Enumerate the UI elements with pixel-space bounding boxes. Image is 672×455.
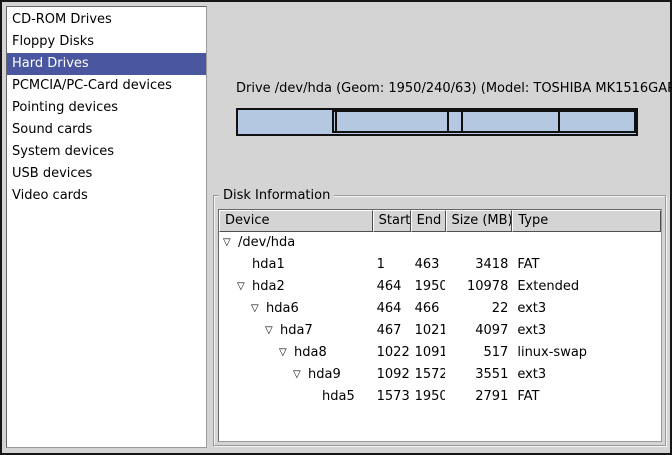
- device-name: hda5: [322, 386, 355, 408]
- sidebar-item-pointing-devices[interactable]: Pointing devices: [7, 97, 206, 119]
- size-cell: [445, 232, 512, 254]
- end-cell: 1950: [411, 386, 446, 408]
- sidebar-item-hard-drives[interactable]: Hard Drives: [7, 53, 206, 75]
- size-cell: 3418: [445, 254, 512, 276]
- expander-icon[interactable]: ▽: [237, 276, 252, 298]
- end-cell: 466: [411, 298, 446, 320]
- bar-segment-divider-hda8: [461, 112, 463, 131]
- column-header-size[interactable]: Size (MB): [446, 210, 513, 232]
- start-cell: 1022: [373, 342, 411, 364]
- bar-segment-hda1: [238, 110, 332, 134]
- expander-spacer: [237, 254, 252, 276]
- disk-information-table: Device Start End Size (MB) Type ▽/dev/hd…: [218, 209, 662, 442]
- start-cell: 1: [373, 254, 411, 276]
- table-row-hda6[interactable]: ▽hda6 464 466 22 ext3: [219, 298, 661, 320]
- size-cell: 2791: [445, 386, 512, 408]
- end-cell: 1572: [411, 364, 446, 386]
- device-category-list: CD-ROM Drives Floppy Disks Hard Drives P…: [6, 6, 207, 448]
- table-row-dev-hda[interactable]: ▽/dev/hda: [219, 232, 661, 254]
- sidebar-item-cdrom-drives[interactable]: CD-ROM Drives: [7, 9, 206, 31]
- disk-information-label: Disk Information: [219, 188, 334, 203]
- size-cell: 3551: [445, 364, 512, 386]
- device-name: hda9: [308, 364, 341, 386]
- start-cell: 467: [373, 320, 411, 342]
- expander-spacer: [307, 386, 322, 408]
- size-cell: 517: [445, 342, 512, 364]
- table-row-hda7[interactable]: ▽hda7 467 1021 4097 ext3: [219, 320, 661, 342]
- type-cell: ext3: [512, 298, 661, 320]
- table-row-hda1[interactable]: hda1 1 463 3418 FAT: [219, 254, 661, 276]
- device-name: hda6: [266, 298, 299, 320]
- end-cell: 1021: [411, 320, 446, 342]
- end-cell: 1091: [411, 342, 446, 364]
- type-cell: FAT: [512, 254, 661, 276]
- drive-title: Drive /dev/hda (Geom: 1950/240/63) (Mode…: [236, 81, 638, 96]
- table-row-hda9[interactable]: ▽hda9 1092 1572 3551 ext3: [219, 364, 661, 386]
- column-header-type[interactable]: Type: [512, 210, 661, 232]
- sidebar-item-system-devices[interactable]: System devices: [7, 141, 206, 163]
- sidebar-item-usb-devices[interactable]: USB devices: [7, 163, 206, 185]
- end-cell: 1950: [411, 276, 446, 298]
- expander-icon[interactable]: ▽: [293, 364, 308, 386]
- expander-icon[interactable]: ▽: [265, 320, 280, 342]
- sidebar-item-pcmcia-devices[interactable]: PCMCIA/PC-Card devices: [7, 75, 206, 97]
- expander-icon[interactable]: ▽: [223, 232, 238, 254]
- column-header-device[interactable]: Device: [219, 210, 373, 232]
- type-cell: linux-swap: [512, 342, 661, 364]
- expander-icon[interactable]: ▽: [279, 342, 294, 364]
- start-cell: 464: [373, 276, 411, 298]
- start-cell: [373, 232, 411, 254]
- size-cell: 22: [445, 298, 512, 320]
- table-row-hda8[interactable]: ▽hda8 1022 1091 517 linux-swap: [219, 342, 661, 364]
- table-header-row: Device Start End Size (MB) Type: [219, 210, 661, 232]
- type-cell: ext3: [512, 320, 661, 342]
- size-cell: 4097: [445, 320, 512, 342]
- sidebar-item-video-cards[interactable]: Video cards: [7, 185, 206, 207]
- sidebar-item-sound-cards[interactable]: Sound cards: [7, 119, 206, 141]
- type-cell: FAT: [512, 386, 661, 408]
- end-cell: [411, 232, 446, 254]
- table-row-hda5[interactable]: hda5 1573 1950 2791 FAT: [219, 386, 661, 408]
- bar-segment-divider-hda7: [447, 112, 449, 131]
- device-name: hda8: [294, 342, 327, 364]
- start-cell: 1573: [373, 386, 411, 408]
- bar-segment-divider-hda6: [335, 112, 337, 131]
- column-header-start[interactable]: Start: [373, 210, 411, 232]
- table-row-hda2[interactable]: ▽hda2 464 1950 10978 Extended: [219, 276, 661, 298]
- bar-segment-divider-hda9: [558, 112, 560, 131]
- drive-partition-bar: [236, 108, 638, 136]
- type-cell: Extended: [512, 276, 661, 298]
- start-cell: 1092: [373, 364, 411, 386]
- type-cell: [512, 232, 661, 254]
- start-cell: 464: [373, 298, 411, 320]
- hardware-browser-window: CD-ROM Drives Floppy Disks Hard Drives P…: [0, 0, 672, 455]
- end-cell: 463: [411, 254, 446, 276]
- bar-extended-partition: [332, 110, 636, 133]
- column-header-end[interactable]: End: [411, 210, 446, 232]
- size-cell: 10978: [445, 276, 512, 298]
- device-name: hda7: [280, 320, 313, 342]
- device-name: /dev/hda: [238, 232, 295, 254]
- sidebar-item-floppy-disks[interactable]: Floppy Disks: [7, 31, 206, 53]
- device-name: hda1: [252, 254, 285, 276]
- device-name: hda2: [252, 276, 285, 298]
- type-cell: ext3: [512, 364, 661, 386]
- expander-icon[interactable]: ▽: [251, 298, 266, 320]
